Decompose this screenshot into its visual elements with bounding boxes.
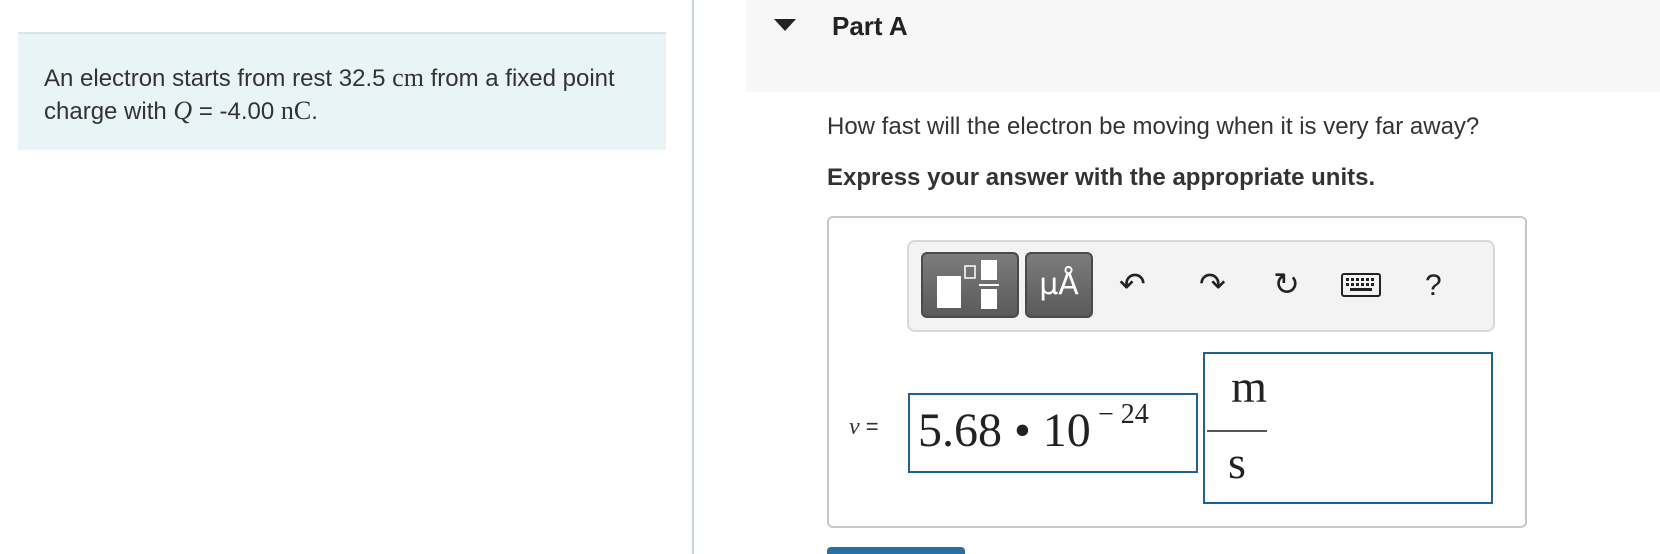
part-title: Part A — [832, 11, 908, 41]
collapse-caret-icon[interactable] — [774, 19, 796, 31]
value-mantissa: 5.68 • 10 — [918, 404, 1091, 457]
units-button[interactable]: μÅ — [1025, 252, 1093, 318]
problem-text: An electron starts from rest 32.5 cm fro… — [44, 62, 644, 128]
value-exponent: − 24 — [1098, 399, 1149, 430]
variable-label: v = — [849, 414, 879, 441]
redo-icon[interactable]: ↷ — [1199, 264, 1226, 304]
equals-sign: = — [865, 414, 879, 439]
help-button[interactable]: ? — [1425, 266, 1442, 306]
problem-text-part3: = -4.00 — [198, 98, 275, 125]
value-input[interactable]: 5.68 • 10 − 24 — [908, 393, 1198, 473]
undo-icon[interactable]: ↶ — [1119, 264, 1146, 304]
unit-cm: cm — [392, 63, 424, 92]
question-text: How fast will the electron be moving whe… — [827, 113, 1480, 140]
keyboard-glyph — [1341, 273, 1381, 297]
templates-button[interactable] — [921, 252, 1019, 318]
instruction-text: Express your answer with the appropriate… — [827, 164, 1376, 191]
variable-q: Q — [173, 96, 193, 125]
math-toolbar: μÅ ↶ ↷ ↻ ? — [907, 240, 1495, 332]
variable-v: v — [849, 414, 860, 440]
problem-text-part1: An electron starts from rest 32.5 — [44, 65, 386, 92]
reset-icon[interactable]: ↻ — [1273, 264, 1300, 304]
units-input[interactable]: m s — [1203, 352, 1493, 504]
panel-divider — [692, 0, 694, 554]
problem-text-end: . — [311, 98, 318, 125]
unit-nc: nC — [280, 96, 312, 125]
unit-numerator: m — [1231, 361, 1267, 412]
unit-fraction-bar — [1207, 430, 1267, 432]
answer-box: μÅ ↶ ↷ ↻ ? v = 5.68 • 10 − 24 m s — [827, 216, 1527, 528]
submit-button[interactable] — [827, 547, 965, 554]
problem-statement-panel: An electron starts from rest 32.5 cm fro… — [18, 32, 666, 150]
unit-denominator: s — [1228, 437, 1246, 488]
keyboard-icon[interactable] — [1341, 268, 1381, 308]
part-header[interactable]: Part A — [746, 0, 1660, 92]
fraction-template-icon — [937, 260, 999, 309]
